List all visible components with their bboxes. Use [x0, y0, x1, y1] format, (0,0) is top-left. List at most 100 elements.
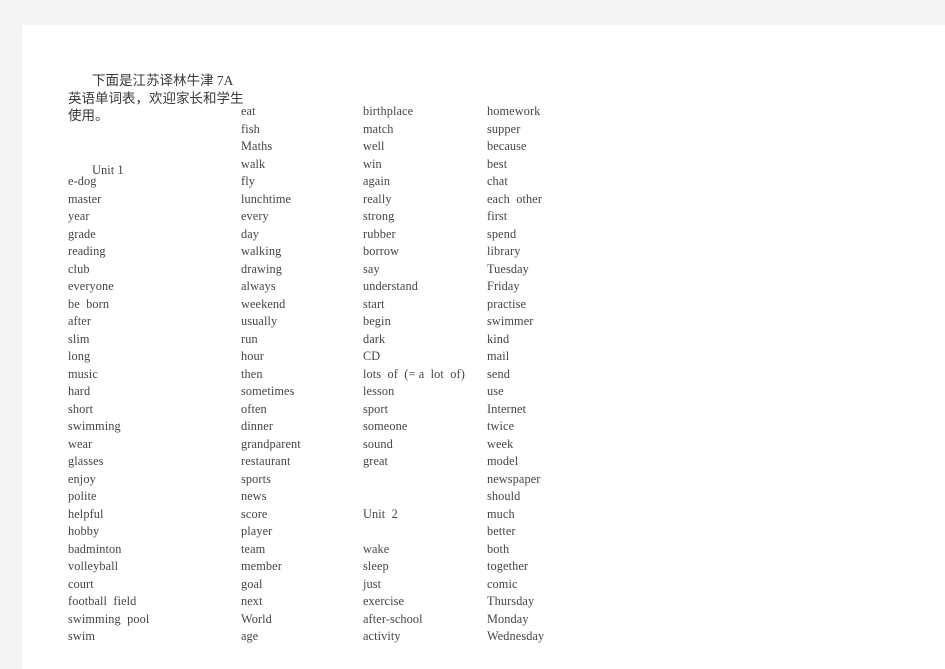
vocabulary-word: model — [487, 454, 519, 468]
vocabulary-word: again — [363, 174, 391, 188]
vocabulary-word: begin — [363, 314, 391, 328]
vocabulary-word: start — [363, 296, 385, 311]
vocabulary-word: then — [241, 366, 263, 381]
unit-1-heading: Unit 1 — [92, 162, 124, 177]
vocabulary-word: comic — [487, 576, 518, 591]
vocabulary-word: grandparent — [241, 436, 301, 451]
vocabulary-word: swim — [68, 629, 96, 643]
vocabulary-word: glasses — [68, 454, 104, 468]
vocabulary-word: run — [241, 331, 258, 346]
vocabulary-word: lots of (= a lot of) — [363, 366, 465, 381]
vocabulary-word: Wednesday — [487, 629, 545, 643]
vocabulary-word: music — [68, 366, 98, 381]
vocabulary-word: slim — [68, 331, 90, 346]
vocabulary-word: swimming pool — [68, 611, 150, 626]
vocabulary-word: understand — [363, 279, 418, 293]
vocabulary-word: lunchtime — [241, 191, 292, 206]
vocabulary-word: news — [241, 489, 267, 503]
vocabulary-word: both — [487, 541, 510, 556]
vocabulary-word: wake — [363, 541, 390, 556]
vocabulary-word: newspaper — [487, 471, 541, 486]
vocabulary-word: court — [68, 576, 94, 591]
vocabulary-word: sound — [363, 436, 393, 451]
vocabulary-word: great — [363, 454, 389, 468]
vocabulary-word: World — [241, 611, 272, 626]
vocabulary-word: first — [487, 209, 508, 223]
vocabulary-word: Internet — [487, 401, 527, 416]
vocabulary-word: reading — [68, 244, 106, 258]
vocabulary-word: master — [68, 191, 102, 206]
vocabulary-word: weekend — [241, 296, 286, 311]
vocabulary-word: swimming — [68, 419, 121, 433]
vocabulary-word: just — [363, 576, 382, 591]
vocabulary-word: football field — [68, 594, 137, 608]
vocabulary-word: after — [68, 314, 92, 328]
vocabulary-word: short — [68, 401, 94, 416]
vocabulary-word: long — [68, 349, 91, 363]
vocabulary-word: enjoy — [68, 471, 96, 486]
vocabulary-word: practise — [487, 296, 527, 311]
vocabulary-word: use — [487, 384, 504, 398]
vocabulary-word: hobby — [68, 524, 100, 538]
vocabulary-word: kind — [487, 331, 510, 346]
vocabulary-word: Maths — [241, 139, 273, 153]
vocabulary-word: next — [241, 594, 263, 608]
vocabulary-word: twice — [487, 419, 515, 433]
document-page: 下面是江苏译林牛津 7A 英语单词表，欢迎家长和学生使用。 Unit 1 e-d… — [22, 25, 945, 669]
vocabulary-word: sports — [241, 471, 271, 486]
vocabulary-word: supper — [487, 121, 521, 136]
vocabulary-word: Unit 2 — [363, 506, 398, 521]
vocabulary-word: member — [241, 559, 282, 573]
vocabulary-word: mail — [487, 349, 510, 363]
vocabulary-word: e-dog — [68, 174, 97, 188]
vocabulary-word: always — [241, 279, 276, 293]
vocabulary-word: polite — [68, 489, 97, 503]
vocabulary-word: sometimes — [241, 384, 295, 398]
vocabulary-word: win — [363, 156, 382, 171]
vocabulary-word: because — [487, 139, 527, 153]
vocabulary-word: sleep — [363, 559, 389, 573]
vocabulary-word: Thursday — [487, 594, 535, 608]
vocabulary-word: dinner — [241, 419, 274, 433]
vocabulary-word: score — [241, 506, 268, 521]
vocabulary-word: homework — [487, 104, 541, 118]
vocabulary-word: drawing — [241, 261, 282, 276]
vocabulary-word: library — [487, 244, 521, 258]
vocabulary-word: usually — [241, 314, 278, 328]
vocabulary-word: each other — [487, 191, 543, 206]
vocabulary-word: much — [487, 506, 515, 521]
vocabulary-word: day — [241, 226, 260, 241]
vocabulary-word: goal — [241, 576, 263, 591]
vocabulary-word: player — [241, 524, 273, 538]
vocabulary-word: team — [241, 541, 266, 556]
vocabulary-word: wear — [68, 436, 93, 451]
vocabulary-word: well — [363, 139, 385, 153]
vocabulary-word: restaurant — [241, 454, 291, 468]
vocabulary-word: birthplace — [363, 104, 414, 118]
vocabulary-word: hard — [68, 384, 91, 398]
vocabulary-word: be born — [68, 296, 110, 311]
vocabulary-word: eat — [241, 104, 256, 118]
vocabulary-word: walking — [241, 244, 282, 258]
vocabulary-word: fly — [241, 174, 255, 188]
vocabulary-word: borrow — [363, 244, 400, 258]
vocabulary-word: club — [68, 261, 90, 276]
vocabulary-word: badminton — [68, 541, 122, 556]
document-header-paragraph: 下面是江苏译林牛津 7A 英语单词表，欢迎家长和学生使用。 — [68, 73, 244, 124]
vocabulary-word: volleyball — [68, 559, 119, 573]
vocabulary-word: walk — [241, 156, 266, 171]
vocabulary-word: strong — [363, 209, 395, 223]
vocabulary-word: Tuesday — [487, 261, 529, 276]
vocabulary-word: everyone — [68, 279, 114, 293]
vocabulary-word: dark — [363, 331, 386, 346]
vocabulary-word: hour — [241, 349, 264, 363]
vocabulary-word: after-school — [363, 611, 423, 626]
vocabulary-word: Monday — [487, 611, 529, 626]
vocabulary-word: say — [363, 261, 380, 276]
vocabulary-word: activity — [363, 629, 401, 643]
vocabulary-word: better — [487, 524, 516, 538]
vocabulary-word: match — [363, 121, 394, 136]
vocabulary-word: fish — [241, 121, 260, 136]
vocabulary-word: often — [241, 401, 267, 416]
vocabulary-word: together — [487, 559, 529, 573]
